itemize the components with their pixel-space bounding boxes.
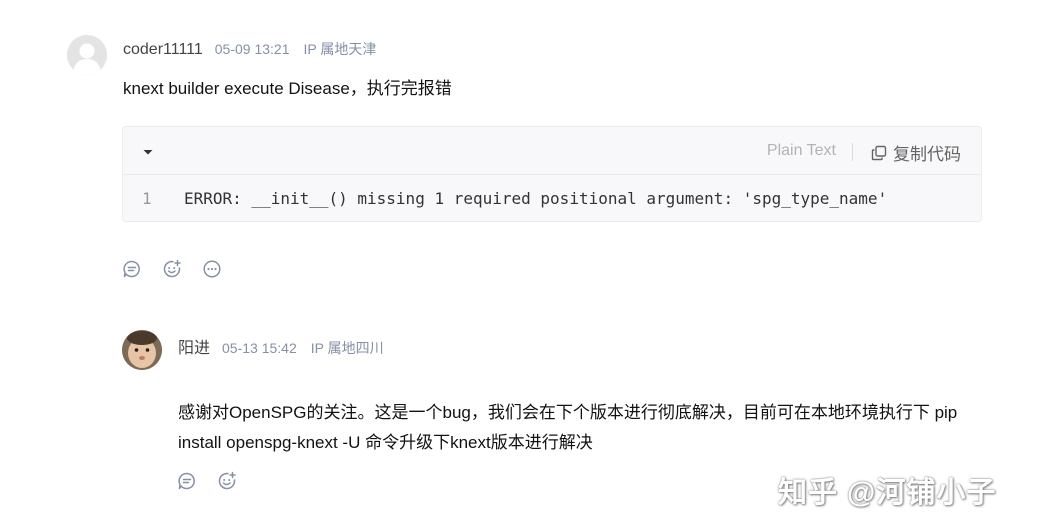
emoji-reaction-icon[interactable] bbox=[162, 259, 182, 279]
comment-meta: coder11111 05-09 13:21 IP 属地天津 bbox=[123, 39, 376, 59]
copy-code-label: 复制代码 bbox=[893, 145, 961, 164]
comment-icon[interactable] bbox=[177, 471, 197, 491]
comment-actions bbox=[177, 471, 257, 491]
code-body: 1 ERROR: __init__() missing 1 required p… bbox=[123, 175, 981, 222]
more-icon[interactable] bbox=[202, 259, 222, 279]
comment-content: 感谢对OpenSPG的关注。这是一个bug，我们会在下个版本进行彻底解决，目前可… bbox=[178, 403, 958, 452]
default-avatar-icon bbox=[67, 35, 107, 75]
code-block: Plain Text 复制代码 1 ERROR: __init__() miss… bbox=[122, 126, 982, 222]
line-number: 1 bbox=[142, 189, 152, 208]
comment-time: 05-09 13:21 bbox=[214, 41, 290, 57]
copy-code-button[interactable]: 复制代码 bbox=[871, 140, 961, 165]
comment-content: knext builder execute Disease，执行完报错 bbox=[123, 79, 452, 98]
user-photo-avatar bbox=[122, 330, 162, 370]
avatar[interactable] bbox=[67, 35, 107, 75]
comment-actions bbox=[122, 259, 242, 279]
header-divider bbox=[852, 143, 853, 161]
comment-time: 05-13 15:42 bbox=[222, 340, 297, 356]
comment-meta: 阳进 05-13 15:42 IP 属地四川 bbox=[178, 334, 384, 358]
code-block-header: Plain Text 复制代码 bbox=[123, 127, 981, 175]
author-name[interactable]: 阳进 bbox=[178, 334, 210, 358]
emoji-reaction-icon[interactable] bbox=[217, 471, 237, 491]
author-name[interactable]: coder11111 bbox=[123, 41, 203, 59]
ip-location: IP 属地四川 bbox=[310, 340, 384, 356]
code-language-label: Plain Text bbox=[766, 142, 836, 159]
caret-down-icon[interactable] bbox=[140, 144, 156, 160]
code-line: ERROR: __init__() missing 1 required pos… bbox=[184, 189, 888, 208]
copy-icon bbox=[871, 145, 887, 160]
ip-location: IP 属地天津 bbox=[303, 41, 377, 57]
watermark: 知乎 @河铺小子 bbox=[778, 477, 997, 509]
comment-icon[interactable] bbox=[122, 259, 142, 279]
avatar[interactable] bbox=[122, 330, 162, 370]
